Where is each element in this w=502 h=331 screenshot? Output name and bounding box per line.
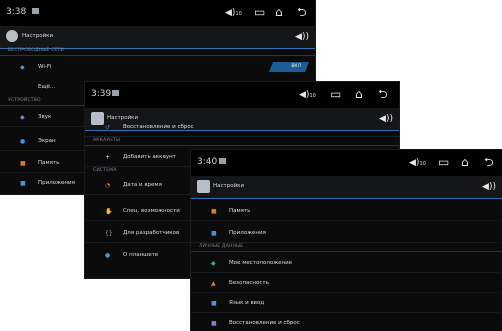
volume-icon[interactable]: ◀)10: [409, 158, 426, 169]
list-item-label: Память: [229, 208, 251, 214]
list-item-label: Безопасность: [229, 280, 269, 286]
list-item-label: Дата и время: [123, 182, 162, 188]
wifi-toggle[interactable]: ВКЛ: [269, 62, 309, 72]
list-item-apps[interactable]: ■ Приложения: [191, 226, 502, 243]
toggle-label: ВКЛ: [291, 64, 301, 69]
apps-icon: ■: [211, 230, 217, 237]
settings-window-3: 3:40 ◀)10 ▭ ⌂ ⮌ Настройки ◀)) ■ Память ■…: [191, 150, 502, 331]
lock-icon: ▲: [211, 280, 216, 287]
home-icon[interactable]: ⌂: [461, 155, 469, 169]
section-header-accounts: АККАУНТЫ: [85, 138, 399, 146]
storage-icon: ■: [20, 160, 26, 167]
clock: 3:39: [91, 89, 112, 99]
apps-icon: ■: [20, 180, 26, 187]
list-item-storage[interactable]: ■ Память: [191, 204, 502, 221]
reset-icon: ↺: [105, 124, 111, 131]
back-icon[interactable]: ▭: [254, 5, 265, 19]
list-item-label: Wi-Fi: [38, 64, 52, 70]
language-icon: ■: [211, 300, 217, 307]
status-bar: 3:38 ◀)10 ▭ ⌂ ⮌: [0, 0, 315, 26]
list-item-label: О планшете: [123, 252, 159, 258]
clock: 3:38: [6, 7, 27, 17]
settings-app-icon: [197, 180, 210, 193]
home-icon[interactable]: ⌂: [275, 5, 283, 19]
home-icon[interactable]: ⌂: [355, 87, 363, 101]
list-item-label: Восстановление и сброс: [123, 124, 194, 130]
list-item-language[interactable]: ■ Язык и ввод: [191, 296, 502, 313]
notification-icon: [219, 158, 226, 164]
notification-icon: [32, 8, 39, 14]
wifi-icon: ◆: [20, 64, 25, 71]
list-item-label: Приложения: [38, 180, 75, 186]
recent-apps-icon[interactable]: ⮌: [378, 87, 388, 101]
list-item-backup-reset[interactable]: ■ Восстановление и сброс: [191, 316, 502, 331]
list-item-label: Добавить аккаунт: [123, 154, 176, 160]
notification-icon: [112, 90, 119, 96]
list-item-backup-reset[interactable]: ↺ Восстановление и сброс: [85, 120, 399, 137]
speaker-icon[interactable]: ◀)): [482, 182, 496, 192]
recent-apps-icon[interactable]: ⮌: [297, 5, 307, 19]
settings-header: Настройки ◀)): [0, 26, 315, 49]
display-icon: ●: [20, 138, 26, 145]
accessibility-icon: ✋: [105, 208, 113, 215]
add-icon: +: [105, 154, 111, 161]
list-item-label: Ещё...: [38, 84, 56, 90]
reset-icon: ■: [211, 320, 217, 327]
info-icon: ●: [105, 252, 111, 259]
sound-icon: ◆: [20, 114, 25, 121]
location-icon: ◆: [211, 260, 216, 267]
volume-level: 10: [309, 93, 316, 99]
speaker-icon[interactable]: ◀)): [295, 32, 309, 42]
list-item-security[interactable]: ▲ Безопасность: [191, 276, 502, 293]
section-header-personal: ЛИЧНЫЕ ДАННЫЕ: [191, 244, 502, 252]
settings-header: Настройки ◀)): [191, 176, 502, 199]
volume-level: 10: [419, 161, 426, 167]
volume-icon[interactable]: ◀)10: [225, 8, 242, 19]
list-item-label: Спец. возможности: [123, 208, 180, 214]
volume-icon[interactable]: ◀)10: [299, 90, 316, 101]
list-item-label: Экран: [38, 138, 56, 144]
status-bar: 3:40 ◀)10 ▭ ⌂ ⮌: [191, 150, 502, 176]
status-bar: 3:39 ◀)10 ▭ ⌂ ⮌: [85, 82, 399, 108]
volume-level: 10: [235, 11, 242, 17]
back-icon[interactable]: ▭: [330, 87, 341, 101]
settings-app-icon: [6, 30, 18, 42]
list-item-label: Память: [38, 160, 60, 166]
list-item-label: Язык и ввод: [229, 300, 265, 306]
list-item-label: Приложения: [229, 230, 266, 236]
page-title: Настройки: [22, 33, 54, 39]
page-title: Настройки: [213, 183, 245, 189]
storage-icon: ■: [211, 208, 217, 215]
list-item-label: Для разработчиков: [123, 230, 180, 236]
list-item-label: Звук: [38, 114, 52, 120]
list-item-label: Мое местоположение: [229, 260, 293, 266]
recent-apps-icon[interactable]: ⮌: [484, 155, 494, 169]
clock: 3:40: [197, 157, 218, 167]
list-item-label: Восстановление и сброс: [229, 320, 300, 326]
developer-icon: {}: [105, 230, 113, 237]
section-header-wireless: БЕСПРОВОДНЫЕ СЕТИ: [0, 48, 315, 56]
clock-icon: ◔: [105, 182, 111, 189]
back-icon[interactable]: ▭: [438, 155, 449, 169]
list-item-wifi[interactable]: ◆ Wi-Fi ВКЛ: [0, 60, 315, 76]
list-item-location[interactable]: ◆ Мое местоположение: [191, 256, 502, 273]
